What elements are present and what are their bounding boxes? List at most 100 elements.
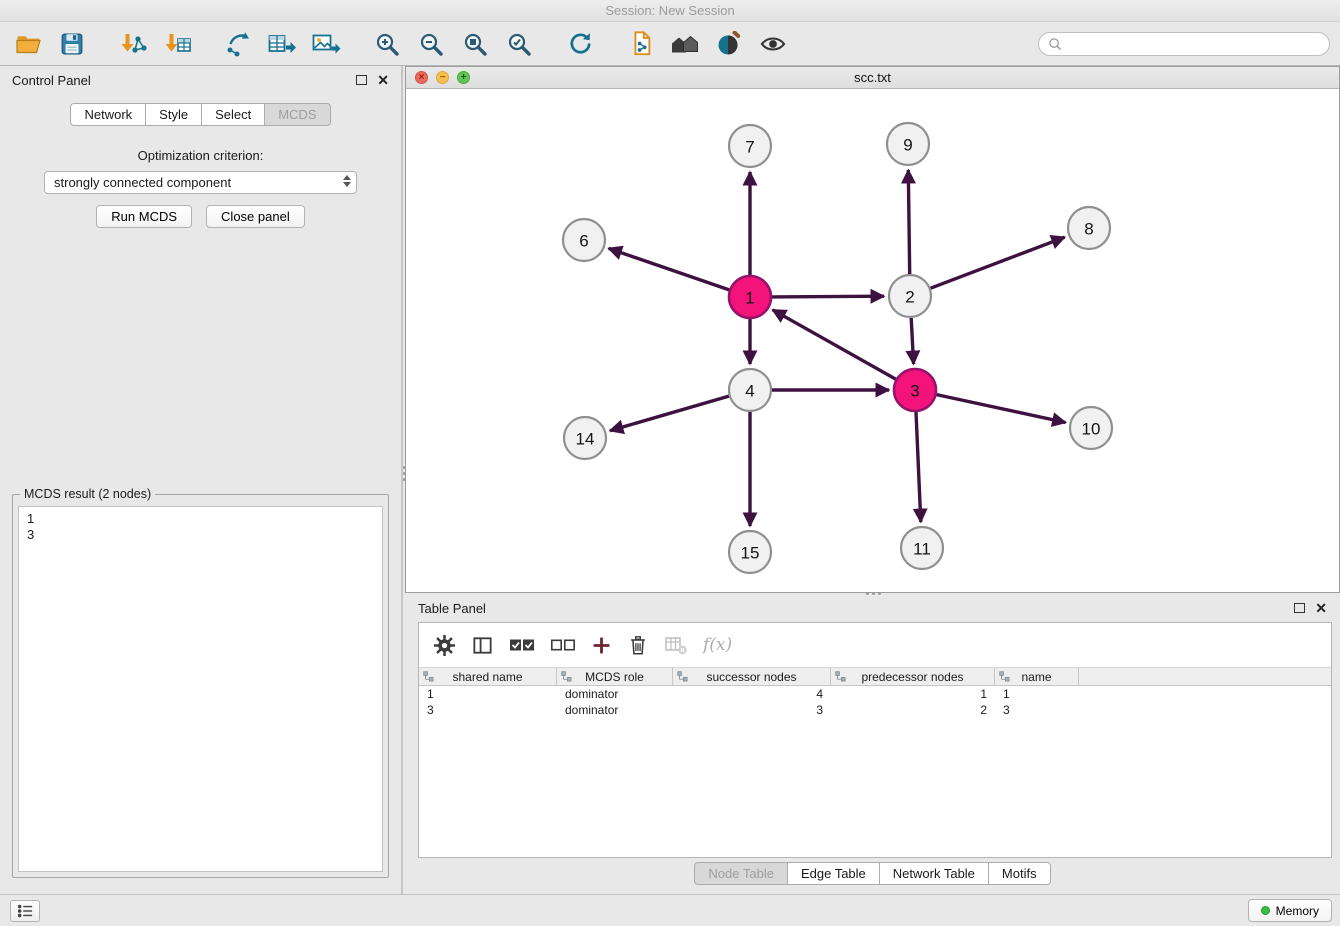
toggle-column-panel-button[interactable] xyxy=(471,634,494,657)
graph-edge-3-1[interactable] xyxy=(773,310,896,379)
graph-edge-2-3[interactable] xyxy=(911,318,913,364)
table-cell[interactable]: 1 xyxy=(419,687,557,701)
search-box[interactable] xyxy=(1038,32,1330,56)
zoom-fit-button[interactable] xyxy=(457,26,493,62)
tab-mcds[interactable]: MCDS xyxy=(265,103,330,126)
open-session-button[interactable] xyxy=(10,26,46,62)
toolbar-group xyxy=(220,26,344,62)
table-toolbar-buttons: f(x) xyxy=(419,623,1331,667)
table-cell[interactable]: 2 xyxy=(831,703,995,717)
graph-node-1[interactable]: 1 xyxy=(729,276,771,318)
graph-edge-1-2[interactable] xyxy=(772,296,884,297)
column-header-label: name xyxy=(1021,670,1051,684)
column-header-shared-name[interactable]: shared name xyxy=(419,668,557,685)
table-cell[interactable]: 3 xyxy=(995,703,1079,717)
graph-node-6[interactable]: 6 xyxy=(563,219,605,261)
close-table-panel-icon[interactable]: ✕ xyxy=(1315,603,1327,613)
function-builder-button[interactable]: f(x) xyxy=(703,635,732,655)
graph-edge-2-9[interactable] xyxy=(908,170,909,274)
maximize-window-icon[interactable]: + xyxy=(457,71,470,84)
graph-edge-3-11[interactable] xyxy=(916,412,921,522)
zoom-in-button[interactable] xyxy=(369,26,405,62)
graph-edge-4-14[interactable] xyxy=(610,396,729,431)
table-cell[interactable]: dominator xyxy=(557,687,673,701)
new-network-from-selection-button[interactable] xyxy=(623,26,659,62)
tab-node-table[interactable]: Node Table xyxy=(694,862,788,885)
column-header-name[interactable]: name xyxy=(995,668,1079,685)
import-network-button[interactable] xyxy=(115,26,151,62)
add-row-button[interactable] xyxy=(591,635,612,656)
export-image-button[interactable] xyxy=(308,26,344,62)
network-window-titlebar[interactable]: × − + scc.txt xyxy=(406,67,1339,89)
first-neighbors-button[interactable] xyxy=(667,26,703,62)
tab-motifs[interactable]: Motifs xyxy=(989,862,1051,885)
table-cell[interactable]: 1 xyxy=(831,687,995,701)
table-options-button[interactable] xyxy=(433,634,456,657)
zoom-selected-button[interactable] xyxy=(501,26,537,62)
table-cell[interactable]: 1 xyxy=(995,687,1079,701)
column-header-mcds-role[interactable]: MCDS role xyxy=(557,668,673,685)
close-panel-icon[interactable]: ✕ xyxy=(377,75,389,85)
mcds-result-list[interactable]: 13 xyxy=(18,506,383,872)
graph-node-3[interactable]: 3 xyxy=(894,369,936,411)
delete-table-button[interactable] xyxy=(664,634,688,656)
table-panel-tabs: Node TableEdge TableNetwork TableMotifs xyxy=(405,862,1340,885)
graph-edge-3-10[interactable] xyxy=(937,395,1066,423)
table-cell[interactable]: 3 xyxy=(673,703,831,717)
tab-style[interactable]: Style xyxy=(146,103,202,126)
show-graphics-details-button[interactable] xyxy=(755,26,791,62)
criterion-select[interactable]: strongly connected component xyxy=(44,171,357,194)
graph-node-14[interactable]: 14 xyxy=(564,417,606,459)
tab-network-table[interactable]: Network Table xyxy=(880,862,989,885)
column-attr-icon xyxy=(561,671,572,682)
tab-edge-table[interactable]: Edge Table xyxy=(788,862,880,885)
column-header-label: shared name xyxy=(452,670,522,684)
graph-edge-2-8[interactable] xyxy=(931,237,1065,288)
column-header-predecessor-nodes[interactable]: predecessor nodes xyxy=(831,668,995,685)
panel-splitter-handle[interactable] xyxy=(400,460,408,486)
graph-node-4[interactable]: 4 xyxy=(729,369,771,411)
run-mcds-button[interactable]: Run MCDS xyxy=(96,205,192,228)
graph-node-7[interactable]: 7 xyxy=(729,125,771,167)
mcds-result-title: MCDS result (2 nodes) xyxy=(20,487,155,501)
table-row[interactable]: 1dominator411 xyxy=(419,686,1331,702)
apply-style-button[interactable] xyxy=(711,26,747,62)
save-session-button[interactable] xyxy=(54,26,90,62)
close-window-icon[interactable]: × xyxy=(415,71,428,84)
graph-node-11[interactable]: 11 xyxy=(901,527,943,569)
task-history-button[interactable] xyxy=(10,900,40,922)
search-input[interactable] xyxy=(1068,37,1320,51)
close-panel-button[interactable]: Close panel xyxy=(206,205,305,228)
column-header-successor-nodes[interactable]: successor nodes xyxy=(673,668,831,685)
apply-layout-button[interactable] xyxy=(562,26,598,62)
zoom-out-button[interactable] xyxy=(413,26,449,62)
table-cell[interactable]: 4 xyxy=(673,687,831,701)
minimize-window-icon[interactable]: − xyxy=(436,71,449,84)
delete-table-icon xyxy=(664,634,688,656)
network-canvas[interactable]: 7 9 6 8 1 2 4 3 14 10 15 11 xyxy=(406,89,1339,592)
export-table-button[interactable] xyxy=(264,26,300,62)
select-all-rows-button[interactable] xyxy=(509,637,535,653)
float-panel-icon[interactable] xyxy=(356,75,367,85)
app-titlebar[interactable]: Session: New Session xyxy=(0,0,1340,22)
deselect-all-rows-button[interactable] xyxy=(550,637,576,653)
delete-selected-rows-button[interactable] xyxy=(627,634,649,657)
zoom-selected-icon xyxy=(506,31,532,57)
float-table-panel-icon[interactable] xyxy=(1294,603,1305,613)
table-cell[interactable]: dominator xyxy=(557,703,673,717)
add-row-icon xyxy=(591,635,612,656)
import-table-button[interactable] xyxy=(159,26,195,62)
graph-node-9[interactable]: 9 xyxy=(887,123,929,165)
graph-node-2[interactable]: 2 xyxy=(889,275,931,317)
table-cell[interactable]: 3 xyxy=(419,703,557,717)
svg-text:9: 9 xyxy=(903,136,912,155)
graph-node-10[interactable]: 10 xyxy=(1070,407,1112,449)
table-row[interactable]: 3dominator323 xyxy=(419,702,1331,718)
tab-select[interactable]: Select xyxy=(202,103,265,126)
tab-network[interactable]: Network xyxy=(70,103,146,126)
export-network-button[interactable] xyxy=(220,26,256,62)
graph-node-15[interactable]: 15 xyxy=(729,531,771,573)
graph-edge-1-6[interactable] xyxy=(609,248,730,290)
memory-button[interactable]: Memory xyxy=(1248,899,1332,922)
graph-node-8[interactable]: 8 xyxy=(1068,207,1110,249)
